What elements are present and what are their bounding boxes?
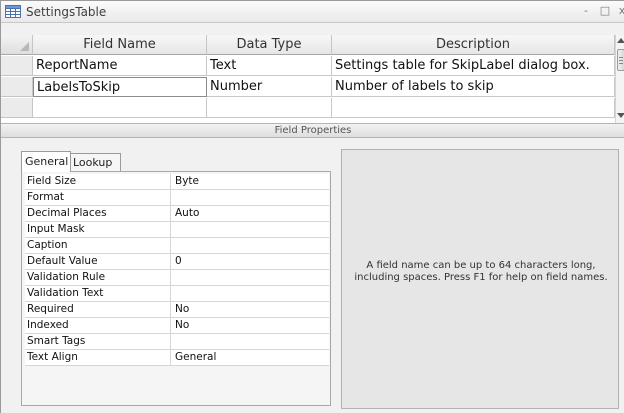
property-sheet: Field Size Byte Format Decimal Places Auto…	[21, 171, 331, 406]
scroll-up-arrow-icon[interactable]	[617, 38, 624, 43]
vertical-scrollbar[interactable]	[615, 35, 624, 123]
close-button[interactable]: x	[615, 4, 624, 18]
field-name-cell[interactable]	[33, 98, 207, 118]
scroll-down-arrow-icon[interactable]	[617, 113, 624, 118]
column-header-description[interactable]: Description	[332, 35, 615, 55]
property-value[interactable]: Byte	[173, 174, 329, 190]
tab-lookup[interactable]: Lookup	[69, 153, 121, 172]
property-value[interactable]	[173, 286, 329, 302]
property-row[interactable]: Validation Text	[25, 286, 329, 302]
column-header-field-name[interactable]: Field Name	[33, 35, 207, 55]
property-row[interactable]: Required No	[25, 302, 329, 318]
row-selector[interactable]	[1, 77, 33, 97]
minimize-button[interactable]: -	[579, 4, 593, 18]
help-text: A field name can be up to 64 characters …	[354, 260, 608, 283]
property-row[interactable]: Text Align General	[25, 350, 329, 366]
scroll-thumb[interactable]	[617, 49, 624, 71]
property-value[interactable]	[173, 222, 329, 238]
property-name: Indexed	[25, 318, 171, 334]
column-header-data-type[interactable]: Data Type	[207, 35, 332, 55]
description-cell[interactable]: Settings table for SkipLabel dialog box.	[332, 56, 615, 76]
property-name: Default Value	[25, 254, 171, 270]
field-name-cell[interactable]: ReportName	[33, 56, 207, 76]
property-name: Validation Text	[25, 286, 171, 302]
property-row[interactable]: Caption	[25, 238, 329, 254]
property-value[interactable]: No	[173, 318, 329, 334]
description-cell[interactable]: Number of labels to skip	[332, 77, 615, 97]
property-value[interactable]	[173, 334, 329, 350]
property-value[interactable]	[173, 270, 329, 286]
property-row[interactable]: Validation Rule	[25, 270, 329, 286]
row-selector[interactable]	[1, 56, 33, 76]
tab-general[interactable]: General	[21, 151, 71, 172]
data-type-cell[interactable]: Text	[207, 56, 332, 76]
property-name: Field Size	[25, 174, 171, 190]
grip-line	[619, 63, 623, 64]
property-value[interactable]: 0	[173, 254, 329, 270]
property-name: Caption	[25, 238, 171, 254]
property-row[interactable]: Format	[25, 190, 329, 206]
select-all-corner[interactable]	[1, 35, 33, 55]
property-row[interactable]: Default Value 0	[25, 254, 329, 270]
field-name-cell[interactable]: LabelsToSkip	[33, 77, 207, 97]
property-value[interactable]	[173, 238, 329, 254]
title-bar[interactable]: SettingsTable - □ x	[1, 1, 624, 23]
property-table: Field Size Byte Format Decimal Places Auto…	[25, 174, 329, 366]
property-row[interactable]: Input Mask	[25, 222, 329, 238]
window-title: SettingsTable	[26, 5, 107, 19]
property-name: Validation Rule	[25, 270, 171, 286]
property-value[interactable]: General	[173, 350, 329, 366]
grip-line	[619, 57, 623, 58]
property-row[interactable]: Indexed No	[25, 318, 329, 334]
property-name: Format	[25, 190, 171, 206]
help-panel: A field name can be up to 64 characters …	[341, 149, 619, 409]
table-design-window: SettingsTable - □ x Field Name Data Type…	[0, 0, 624, 413]
maximize-button[interactable]: □	[598, 4, 612, 18]
description-cell[interactable]	[332, 98, 615, 118]
data-type-cell[interactable]: Number	[207, 77, 332, 97]
property-row[interactable]: Smart Tags	[25, 334, 329, 350]
property-name: Required	[25, 302, 171, 318]
property-value[interactable]: Auto	[173, 206, 329, 222]
property-name: Decimal Places	[25, 206, 171, 222]
property-name: Text Align	[25, 350, 171, 366]
data-type-cell[interactable]	[207, 98, 332, 118]
property-value[interactable]: No	[173, 302, 329, 318]
row-selector[interactable]	[1, 98, 33, 118]
property-value[interactable]	[173, 190, 329, 206]
table-icon	[5, 5, 21, 18]
field-properties-bar: Field Properties	[1, 123, 624, 138]
grip-line	[619, 60, 623, 61]
property-name: Smart Tags	[25, 334, 171, 350]
property-row[interactable]: Field Size Byte	[25, 174, 329, 190]
property-row[interactable]: Decimal Places Auto	[25, 206, 329, 222]
property-name: Input Mask	[25, 222, 171, 238]
